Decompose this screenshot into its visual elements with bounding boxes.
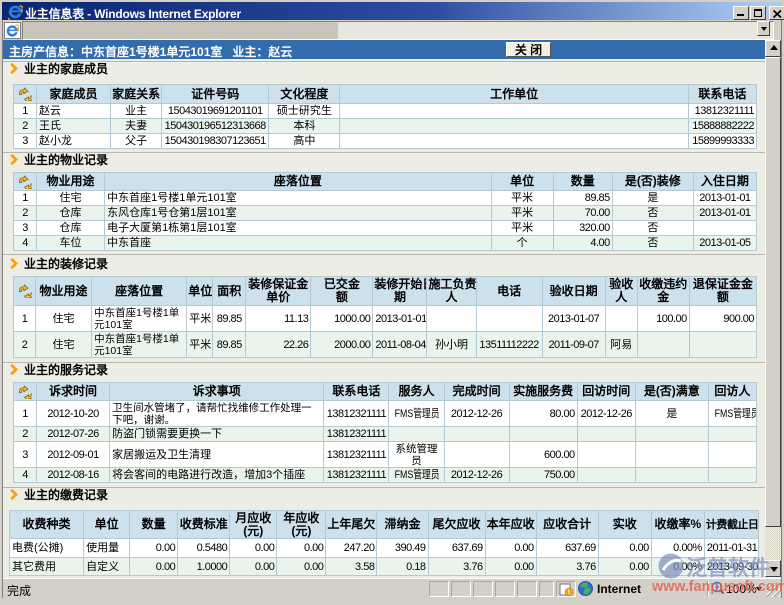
svg-text:!: !: [568, 590, 570, 597]
